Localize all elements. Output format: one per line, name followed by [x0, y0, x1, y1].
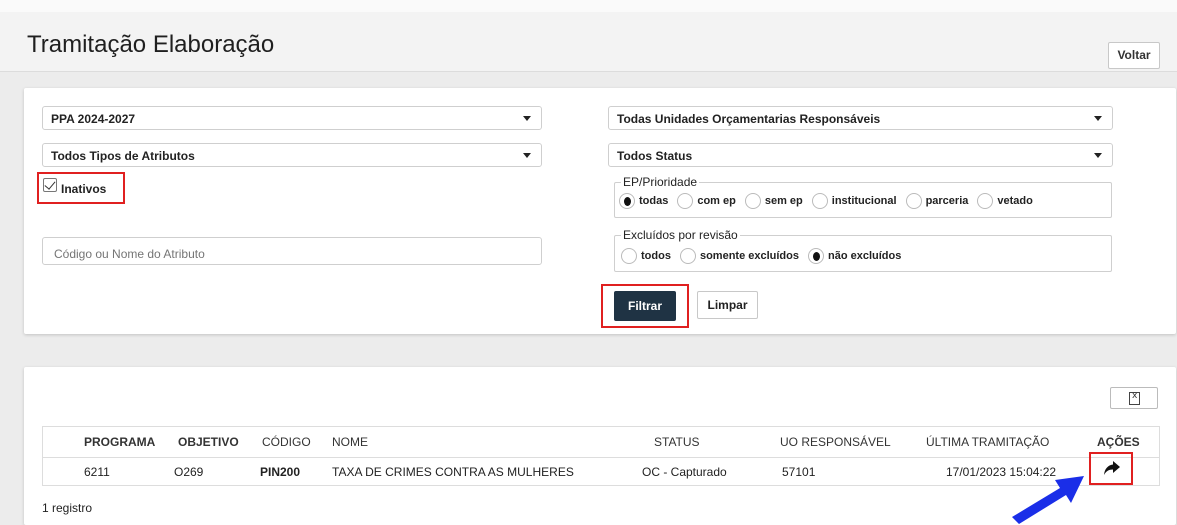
- chevron-down-icon: [523, 153, 531, 158]
- cell-programa: 6211: [84, 465, 110, 479]
- forward-arrow-icon[interactable]: [1103, 460, 1121, 476]
- radio-ep-com-ep-label: com ep: [697, 195, 736, 207]
- ppa-select[interactable]: PPA 2024-2027: [42, 106, 542, 130]
- tramitar-action-highlight: [1089, 452, 1133, 485]
- radio-excl-nao[interactable]: [808, 248, 824, 264]
- filtrar-button[interactable]: Filtrar: [614, 291, 676, 321]
- col-header-nome: NOME: [332, 435, 368, 449]
- radio-ep-todas[interactable]: [619, 193, 635, 209]
- col-header-uo: UO RESPONSÁVEL: [780, 435, 891, 449]
- chevron-down-icon: [1094, 116, 1102, 121]
- unidades-select-value: Todas Unidades Orçamentarias Responsávei…: [617, 112, 881, 126]
- col-header-objetivo: OBJETIVO: [178, 435, 239, 449]
- cell-nome: TAXA DE CRIMES CONTRA AS MULHERES: [332, 465, 574, 479]
- radio-ep-todas-label: todas: [639, 195, 669, 207]
- excel-export-icon: [1129, 391, 1140, 405]
- limpar-button[interactable]: Limpar: [697, 291, 758, 319]
- radio-ep-vetado[interactable]: [977, 193, 994, 209]
- back-button[interactable]: Voltar: [1108, 42, 1160, 69]
- col-header-ultima: ÚLTIMA TRAMITAÇÃO: [926, 435, 1050, 449]
- filtrar-highlight: Filtrar: [601, 284, 689, 328]
- atributos-type-value: Todos Tipos de Atributos: [51, 149, 195, 163]
- chevron-down-icon: [523, 116, 531, 121]
- col-header-acoes: AÇÕES: [1097, 435, 1140, 449]
- ppa-select-value: PPA 2024-2027: [51, 112, 136, 126]
- page-header: Tramitação Elaboração Voltar: [0, 12, 1177, 72]
- blue-pointer-arrow-icon: [1012, 476, 1084, 524]
- radio-ep-parceria-label: parceria: [925, 195, 969, 207]
- col-header-programa: PROGRAMA: [84, 435, 156, 449]
- results-table: PROGRAMA OBJETIVO CÓDIGO NOME STATUS UO …: [42, 426, 1160, 486]
- cell-uo: 57101: [782, 465, 816, 479]
- unidades-select[interactable]: Todas Unidades Orçamentarias Responsávei…: [608, 106, 1113, 130]
- radio-excl-somente-label: somente excluídos: [699, 250, 799, 262]
- atributos-type-select[interactable]: Todos Tipos de Atributos: [42, 143, 542, 167]
- radio-ep-sem-ep[interactable]: [744, 193, 761, 209]
- col-header-status: STATUS: [654, 435, 700, 449]
- inativos-checkbox[interactable]: [43, 178, 57, 192]
- col-header-codigo: CÓDIGO: [262, 435, 311, 449]
- radio-ep-parceria[interactable]: [905, 193, 922, 209]
- ep-prioridade-group: EP/Prioridade todas com ep sem ep instit…: [614, 175, 1112, 218]
- row-divider: [43, 457, 1159, 458]
- radio-ep-sem-ep-label: sem ep: [764, 195, 803, 207]
- radio-ep-institucional[interactable]: [811, 193, 828, 209]
- cell-codigo: PIN200: [260, 465, 301, 479]
- excluidos-group: Excluídos por revisão todos somente excl…: [614, 228, 1112, 272]
- record-count: 1 registro: [42, 501, 93, 515]
- radio-excl-nao-label: não excluídos: [828, 250, 902, 262]
- status-select-value: Todos Status: [617, 149, 693, 163]
- export-excel-button[interactable]: [1110, 387, 1158, 409]
- chevron-down-icon: [1094, 153, 1102, 158]
- excluidos-legend: Excluídos por revisão: [621, 228, 740, 242]
- inativos-label: Inativos: [61, 182, 107, 196]
- radio-excl-todos-label: todos: [641, 250, 671, 262]
- inativos-checkbox-highlight: Inativos: [37, 172, 125, 204]
- cell-objetivo: O269: [174, 465, 204, 479]
- page-title: Tramitação Elaboração: [27, 31, 275, 58]
- radio-ep-institucional-label: institucional: [831, 195, 897, 207]
- radio-ep-com-ep[interactable]: [677, 193, 694, 209]
- radio-ep-vetado-label: vetado: [997, 195, 1033, 207]
- atributo-search-input[interactable]: [42, 237, 542, 265]
- radio-excl-somente[interactable]: [679, 248, 696, 264]
- status-select[interactable]: Todos Status: [608, 143, 1113, 167]
- radio-excl-todos[interactable]: [621, 248, 637, 264]
- cell-status: OC - Capturado: [642, 465, 727, 479]
- top-strip: [0, 0, 1177, 12]
- ep-prioridade-legend: EP/Prioridade: [621, 175, 700, 189]
